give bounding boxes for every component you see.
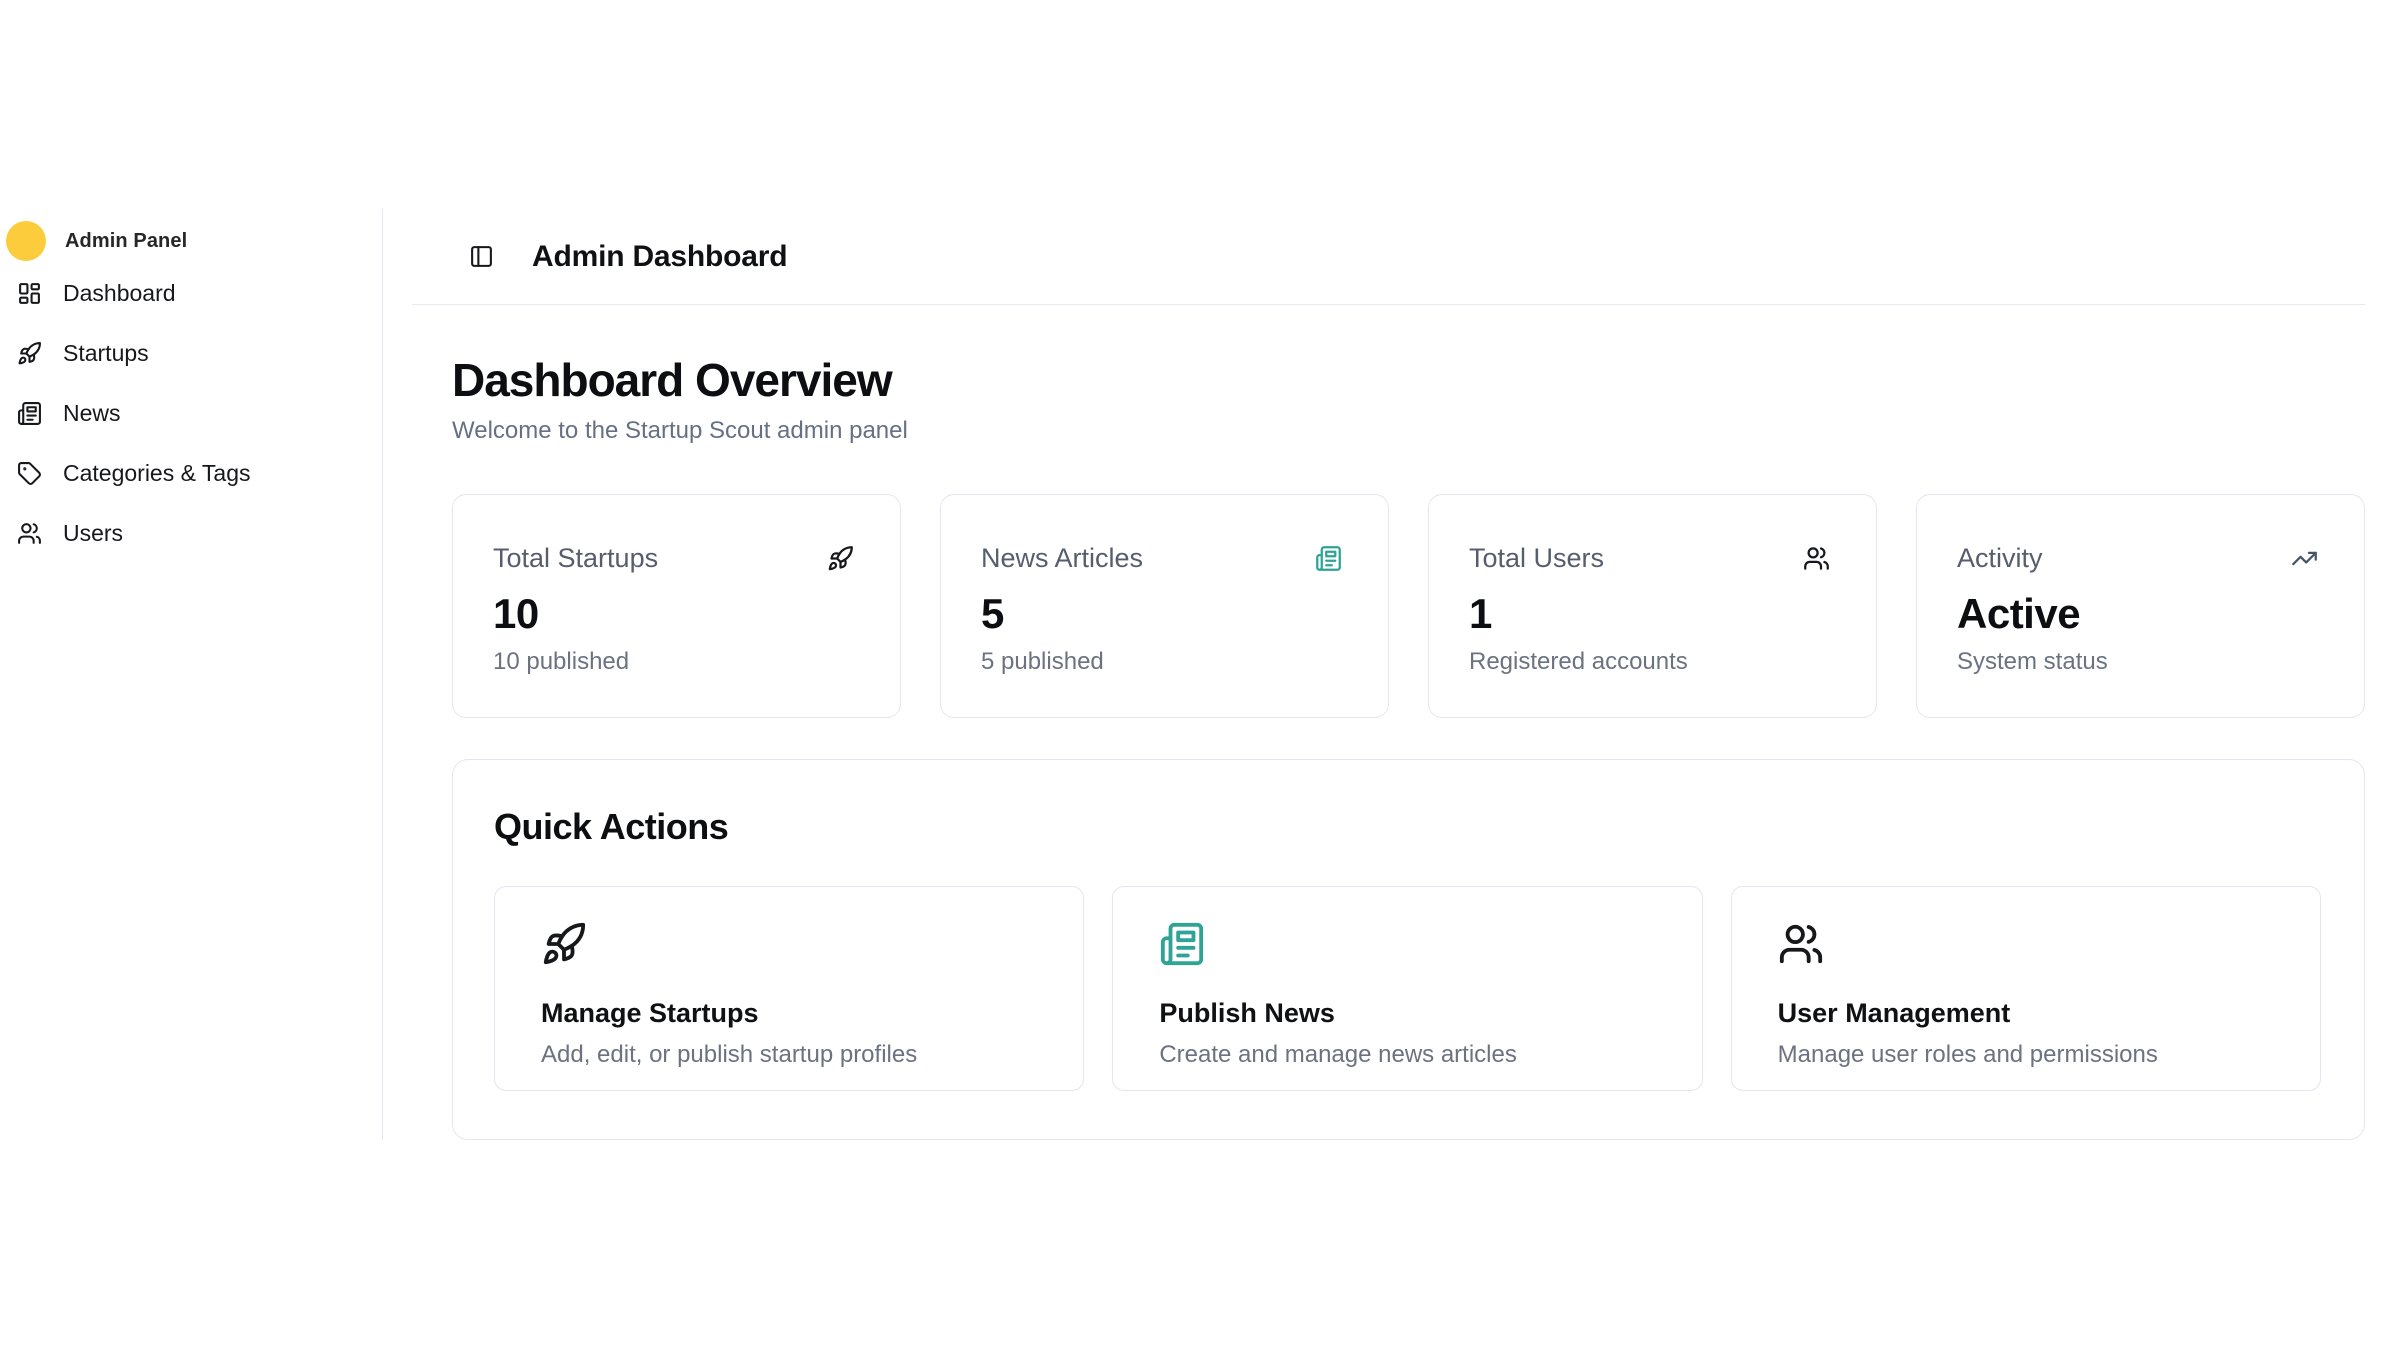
sidebar-item-label: Dashboard [63,280,176,307]
stat-label: Activity [1957,543,2043,574]
sidebar-item-label: Users [63,520,123,547]
sidebar-item-label: Startups [63,340,149,367]
quick-actions-title: Quick Actions [494,806,2321,848]
users-icon [17,521,42,546]
stat-subtext: System status [1957,648,2318,676]
stat-label: Total Startups [493,543,658,574]
quick-action-title: Publish News [1159,998,1671,1029]
newspaper-icon [17,401,42,426]
sidebar-item-users[interactable]: Users [0,503,382,563]
quick-action-title: Manage Startups [541,998,1053,1029]
stat-card-activity: Activity Active System status [1916,494,2365,718]
stat-card-news-articles: News Articles 5 5 published [940,494,1389,718]
sidebar-item-news[interactable]: News [0,383,382,443]
rocket-icon [17,341,42,366]
rocket-icon [541,921,587,967]
sidebar-item-label: Categories & Tags [63,460,251,487]
stat-card-total-startups: Total Startups 10 10 published [452,494,901,718]
quick-action-description: Create and manage news articles [1159,1041,1671,1069]
page-subtitle: Welcome to the Startup Scout admin panel [452,417,2365,445]
sidebar-nav: Dashboard Startups News Categories & Tag… [0,263,382,563]
stat-value: Active [1957,590,2318,638]
sidebar-item-startups[interactable]: Startups [0,323,382,383]
quick-actions-row: Manage Startups Add, edit, or publish st… [494,886,2321,1091]
stat-label: Total Users [1469,543,1604,574]
stat-card-total-users: Total Users 1 Registered accounts [1428,494,1877,718]
users-icon [1803,545,1830,572]
sidebar-item-categories-tags[interactable]: Categories & Tags [0,443,382,503]
stat-value: 10 [493,590,854,638]
panel-left-icon [469,244,494,269]
stat-subtext: 10 published [493,648,854,676]
dashboard-content: Dashboard Overview Welcome to the Startu… [383,305,2400,1140]
stat-value: 5 [981,590,1342,638]
stat-label: News Articles [981,543,1143,574]
stat-subtext: 5 published [981,648,1342,676]
quick-action-title: User Management [1778,998,2290,1029]
tag-icon [17,461,42,486]
page-header: Admin Dashboard [412,209,2365,305]
main-area: Admin Dashboard Dashboard Overview Welco… [383,209,2400,1140]
quick-action-description: Manage user roles and permissions [1778,1041,2290,1069]
quick-action-manage-startups[interactable]: Manage Startups Add, edit, or publish st… [494,886,1084,1091]
stat-value: 1 [1469,590,1830,638]
brand-name: Admin Panel [65,230,187,253]
app-container: Admin Panel Dashboard Startups News Cate… [0,209,2400,1140]
page-title: Dashboard Overview [452,353,2365,407]
sidebar-item-dashboard[interactable]: Dashboard [0,263,382,323]
quick-action-user-management[interactable]: User Management Manage user roles and pe… [1731,886,2321,1091]
trending-up-icon [2291,545,2318,572]
sidebar-item-label: News [63,400,121,427]
quick-action-publish-news[interactable]: Publish News Create and manage news arti… [1112,886,1702,1091]
sidebar: Admin Panel Dashboard Startups News Cate… [0,209,383,1140]
sidebar-brand: Admin Panel [0,219,382,263]
rocket-icon [827,545,854,572]
layout-dashboard-icon [17,281,42,306]
sidebar-toggle-button[interactable] [466,242,496,272]
quick-action-description: Add, edit, or publish startup profiles [541,1041,1053,1069]
users-icon [1778,921,1824,967]
stats-row: Total Startups 10 10 published News Arti… [452,494,2365,718]
brand-logo [6,221,46,261]
header-title: Admin Dashboard [532,240,787,274]
newspaper-icon [1159,921,1205,967]
quick-actions-panel: Quick Actions Manage Startups Add, edit,… [452,759,2365,1140]
newspaper-icon [1315,545,1342,572]
stat-subtext: Registered accounts [1469,648,1830,676]
